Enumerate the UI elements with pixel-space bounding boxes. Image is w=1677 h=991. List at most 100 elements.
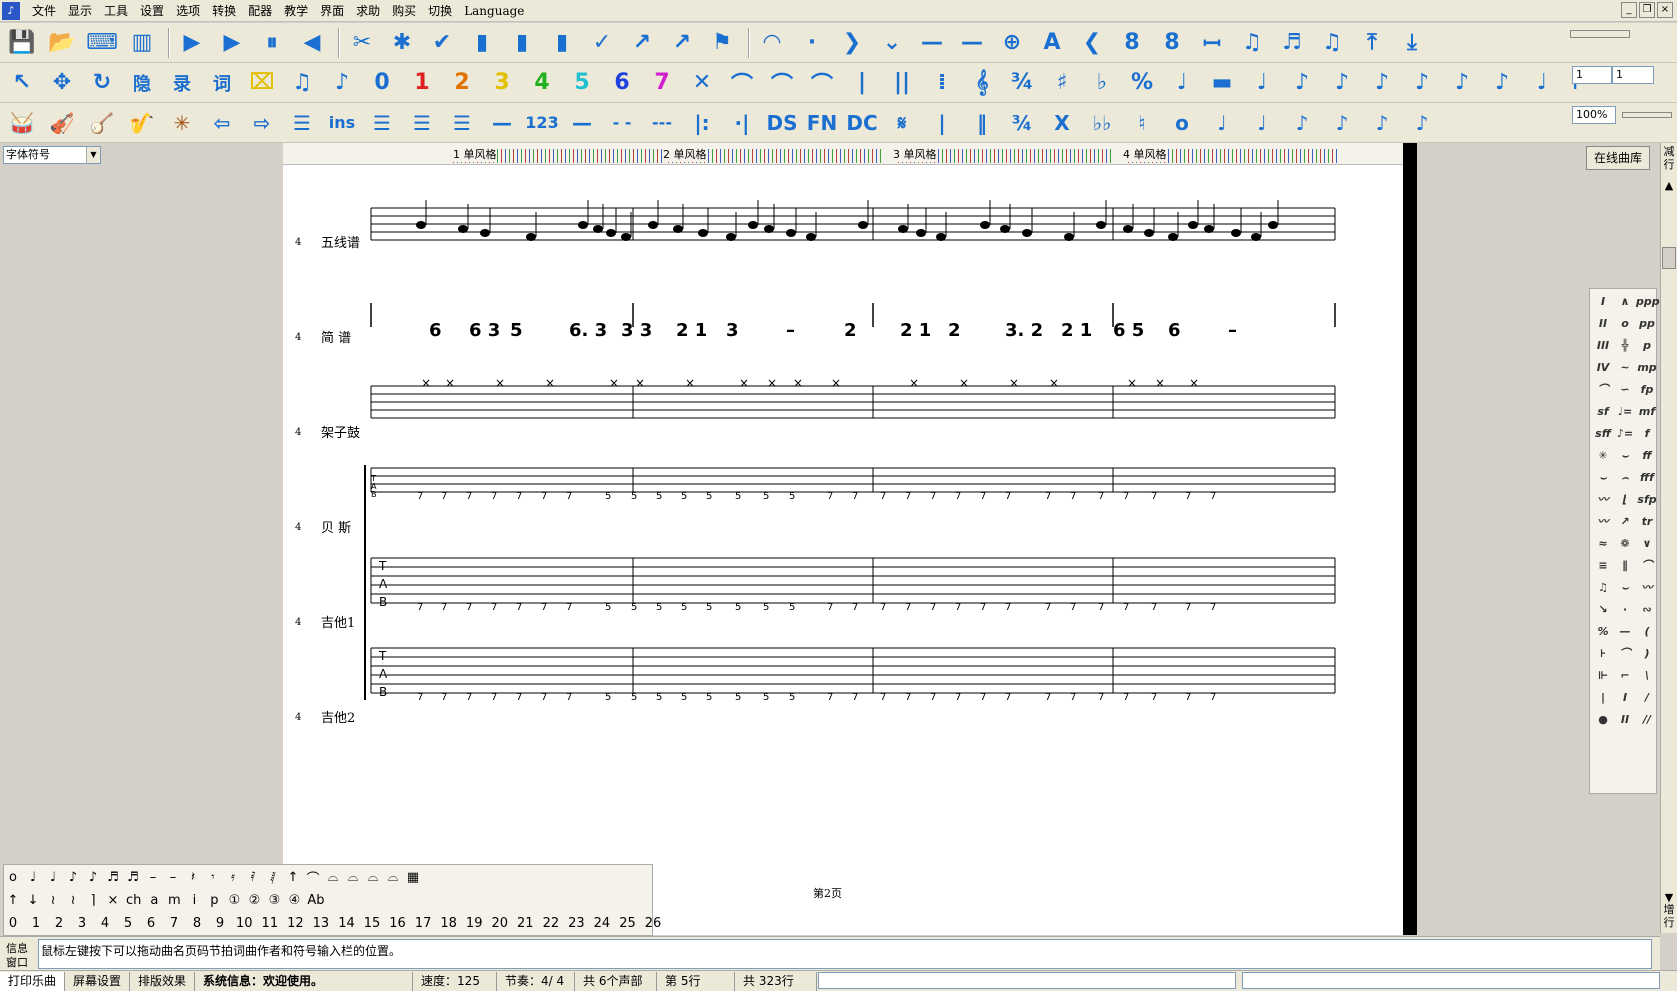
edit-tool-button[interactable]: 隐 [124, 66, 160, 100]
tab-print[interactable]: 打印乐曲 [0, 971, 66, 991]
edit-tool-button[interactable]: || [884, 66, 920, 100]
note-beam-icon[interactable]: ♫ [1314, 26, 1350, 60]
note-palette-item[interactable]: 18 [440, 916, 457, 931]
note-palette-item[interactable]: 11 [262, 916, 279, 931]
note-palette-item[interactable]: p [207, 893, 221, 908]
edit-tool-button[interactable]: ♭ [1084, 66, 1120, 100]
flag-icon[interactable]: ⚑ [704, 26, 740, 60]
remove-row-button[interactable]: 减行 [1662, 145, 1676, 175]
symbol-item[interactable]: IV [1592, 357, 1614, 379]
note-palette-item[interactable]: ⌓ [326, 870, 340, 885]
format-tool-button[interactable]: ¾ [1004, 106, 1040, 140]
edit-tool-button[interactable]: 5 [564, 66, 600, 100]
edit-tool-button[interactable]: | [844, 66, 880, 100]
8-minus-icon[interactable]: 8 [1154, 26, 1190, 60]
format-tool-button[interactable]: ☰ [444, 106, 480, 140]
note-palette-item[interactable]: ⌓ [386, 870, 400, 885]
close-icon[interactable]: × [1657, 2, 1673, 18]
restore-icon[interactable]: ❐ [1639, 2, 1655, 18]
symbol-item[interactable]: ⌊ [1614, 489, 1636, 511]
down-icon[interactable]: ⌄ [874, 26, 910, 60]
vertical-scrollbar[interactable]: 减行 ▲ ▼ 增行 [1660, 143, 1677, 933]
text-a-icon[interactable]: A [1034, 26, 1070, 60]
format-tool-button[interactable]: ♩ [1204, 106, 1240, 140]
add-row-button[interactable]: 增行 [1662, 903, 1676, 933]
symbol-item[interactable]: ● [1592, 709, 1614, 731]
note-head[interactable] [648, 221, 658, 229]
edit-tool-button[interactable]: ♯ [1044, 66, 1080, 100]
format-tool-button[interactable]: 🎷 [124, 106, 160, 140]
track-label-drums[interactable]: 架子鼓 [321, 422, 360, 441]
track-label-guitar2[interactable]: 吉他2 [321, 707, 355, 726]
jianpu-note[interactable]: – [786, 320, 795, 341]
jianpu-note[interactable]: 3. 2 [1005, 320, 1043, 341]
symbol-item[interactable]: ♪= [1614, 423, 1636, 445]
menu-item[interactable]: 切换 [422, 1, 458, 21]
note-palette-item[interactable]: ④ [287, 893, 301, 908]
note-palette-item[interactable]: – [146, 870, 160, 885]
score-page[interactable]: TABTABTAB7777777777777777777775555555555… [283, 165, 1403, 935]
zoom-slider[interactable] [1622, 112, 1672, 118]
symbol-item[interactable]: ∥ [1614, 555, 1636, 577]
symbol-item[interactable]: ∾ [1636, 599, 1658, 621]
symbol-item[interactable]: sfp [1636, 489, 1658, 511]
edit-tool-button[interactable]: ✥ [44, 66, 80, 100]
note-palette-item[interactable]: ⌓ [366, 870, 380, 885]
note-head[interactable] [748, 221, 758, 229]
symbol-item[interactable]: mp [1636, 357, 1658, 379]
note-palette-item[interactable]: 26 [645, 916, 662, 931]
note-palette-item[interactable]: ① [227, 893, 241, 908]
edit-tool-button[interactable]: ↖ [4, 66, 40, 100]
note-head[interactable] [764, 225, 774, 233]
format-tool-button[interactable]: ✳ [164, 106, 200, 140]
slider-top-right[interactable] [1570, 30, 1630, 38]
edit-tool-button[interactable]: 6 [604, 66, 640, 100]
note-head[interactable] [1231, 229, 1241, 237]
note-palette-item[interactable]: 16 [389, 916, 406, 931]
note-palette-item[interactable]: 4 [98, 916, 112, 931]
menu-item[interactable]: 转换 [206, 1, 242, 21]
symbol-item[interactable]: p [1636, 335, 1658, 357]
symbol-item[interactable]: sf [1592, 401, 1614, 423]
note-palette-item[interactable]: – [166, 870, 180, 885]
symbol-item[interactable]: ⌐ [1614, 665, 1636, 687]
level-icon[interactable]: ▮ [504, 26, 540, 60]
spell-icon[interactable]: ✓ [584, 26, 620, 60]
format-tool-button[interactable]: X [1044, 106, 1080, 140]
note-palette-item[interactable]: 5 [121, 916, 135, 931]
note-palette-item[interactable]: 10 [236, 916, 253, 931]
jianpu-note[interactable]: 6 3 [469, 320, 500, 341]
note-palette-item[interactable]: 𝅀 [246, 870, 260, 885]
menu-item[interactable]: 求助 [350, 1, 386, 21]
note-palette-item[interactable]: i [187, 893, 201, 908]
note-head[interactable] [980, 221, 990, 229]
jianpu-note[interactable]: 5 [510, 320, 523, 341]
format-tool-button[interactable]: ♮ [1124, 106, 1160, 140]
format-tool-button[interactable]: ♪ [1364, 106, 1400, 140]
menu-item[interactable]: 设置 [134, 1, 170, 21]
jianpu-note[interactable]: 6 5 [1113, 320, 1144, 341]
menu-item[interactable]: Language [458, 1, 530, 21]
track-label-staff[interactable]: 五线谱 [321, 232, 360, 251]
jianpu-note[interactable]: 2 [948, 320, 961, 341]
note-head[interactable] [1268, 221, 1278, 229]
symbol-item[interactable]: · [1614, 599, 1636, 621]
note-head[interactable] [1096, 221, 1106, 229]
symbol-item[interactable]: o [1614, 313, 1636, 335]
note-head[interactable] [898, 225, 908, 233]
symbol-item[interactable]: ♩= [1614, 401, 1636, 423]
online-library-button[interactable]: 在线曲库 [1586, 146, 1650, 170]
edit-tool-button[interactable]: ♩ [1524, 66, 1560, 100]
chevron-icon[interactable]: ❯ [834, 26, 870, 60]
note-palette-item[interactable]: ♪ [86, 870, 100, 885]
symbol-item[interactable]: ppp [1636, 291, 1660, 313]
note-palette-item[interactable]: m [167, 893, 181, 908]
status-input-2[interactable] [1242, 972, 1660, 989]
note-head[interactable] [726, 233, 736, 241]
edit-tool-button[interactable]: 𝄞 [964, 66, 1000, 100]
note-palette-item[interactable]: ↑ [286, 870, 300, 885]
auto-icon[interactable]: ▮ [464, 26, 500, 60]
format-tool-button[interactable]: FN [804, 106, 840, 140]
jianpu-note[interactable]: 6. 3 [569, 320, 607, 341]
note-palette-item[interactable]: ♩ [26, 870, 40, 885]
